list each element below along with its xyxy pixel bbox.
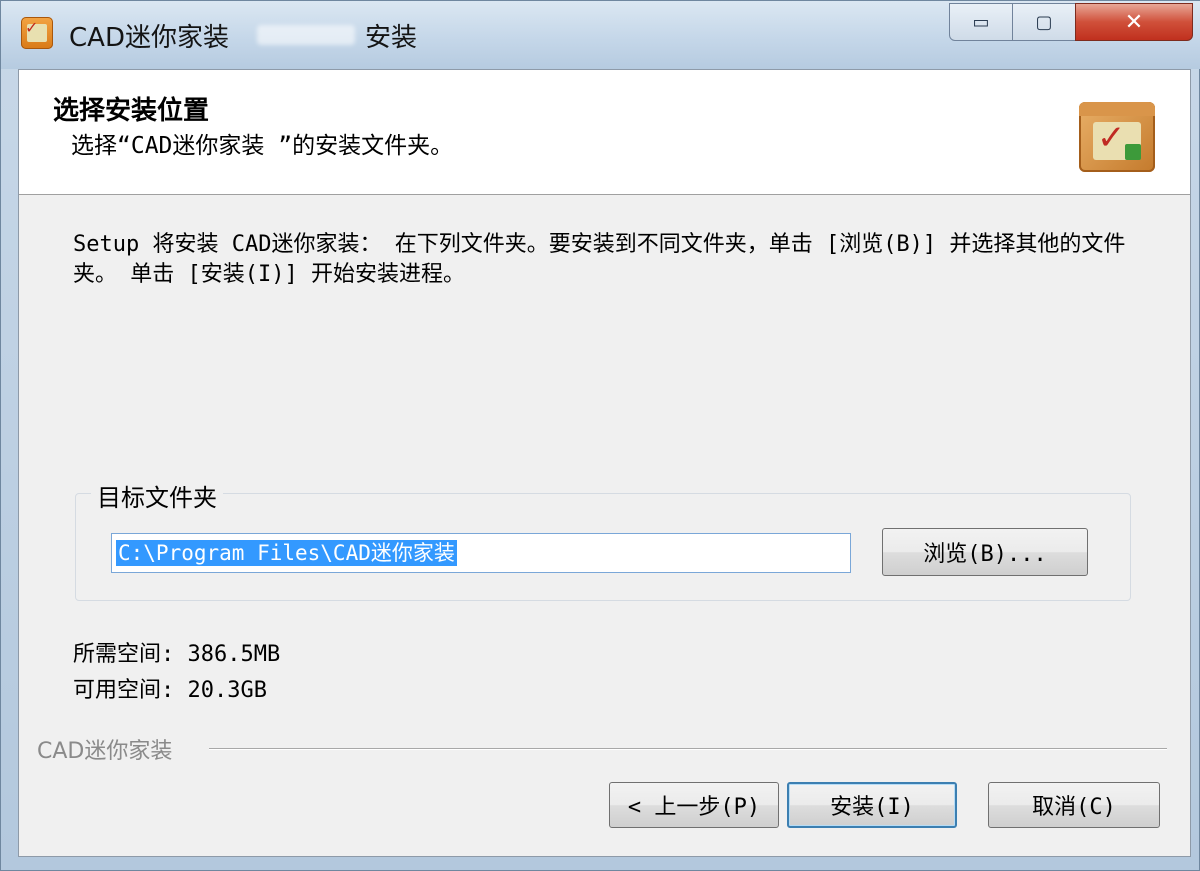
box-lid: [1079, 102, 1155, 116]
minimize-icon: ▭: [972, 11, 990, 33]
back-button[interactable]: < 上一步(P): [609, 782, 779, 828]
brand-separator: CAD迷你家装: [37, 733, 1167, 764]
minimize-button[interactable]: ▭: [949, 3, 1013, 41]
close-icon: ✕: [1124, 9, 1144, 35]
installer-client-area: 选择安装位置 选择“CAD迷你家装 ”的安装文件夹。 ✓ Setup 将安装 C…: [18, 69, 1191, 857]
intro-text: Setup 将安装 CAD迷你家装： 在下列文件夹。要安装到不同文件夹，单击 […: [73, 232, 1126, 287]
install-button[interactable]: 安装(I): [787, 782, 957, 828]
maximize-button[interactable]: ▢: [1012, 3, 1076, 41]
package-box-icon: ✓: [1079, 102, 1155, 172]
home-icon: [1125, 144, 1141, 160]
cancel-button[interactable]: 取消(C): [988, 782, 1160, 828]
destination-path-input[interactable]: C:\Program Files\CAD迷你家装: [111, 533, 851, 573]
installer-window: ✓ CAD迷你家装 安装 ▭ ▢ ✕ 选择安装位置 选择“CAD迷你家装 ”的安…: [0, 0, 1200, 871]
brand-text: CAD迷你家装: [37, 739, 173, 764]
separator-line: [209, 748, 1167, 750]
window-title-app: CAD迷你家装: [69, 23, 229, 53]
available-space: 可用空间: 20.3GB: [73, 678, 267, 703]
page-title: 选择安装位置: [53, 96, 210, 126]
destination-group-label: 目标文件夹: [91, 478, 223, 513]
window-title-suffix: 安装: [365, 23, 418, 53]
browse-button[interactable]: 浏览(B)...: [882, 528, 1088, 576]
page-subtitle: 选择“CAD迷你家装 ”的安装文件夹。: [71, 133, 454, 159]
title-redaction: [257, 25, 355, 45]
close-button[interactable]: ✕: [1075, 3, 1193, 41]
page-header: 选择安装位置 选择“CAD迷你家装 ”的安装文件夹。 ✓: [19, 70, 1190, 195]
required-space: 所需空间: 386.5MB: [73, 642, 281, 667]
app-icon-checkmark: ✓: [25, 18, 39, 37]
app-icon: ✓: [21, 17, 53, 49]
title-bar[interactable]: ✓ CAD迷你家装 安装 ▭ ▢ ✕: [1, 1, 1200, 69]
maximize-icon: ▢: [1035, 11, 1053, 33]
box-checkmark-icon: ✓: [1097, 118, 1126, 158]
destination-path-value: C:\Program Files\CAD迷你家装: [116, 540, 457, 566]
